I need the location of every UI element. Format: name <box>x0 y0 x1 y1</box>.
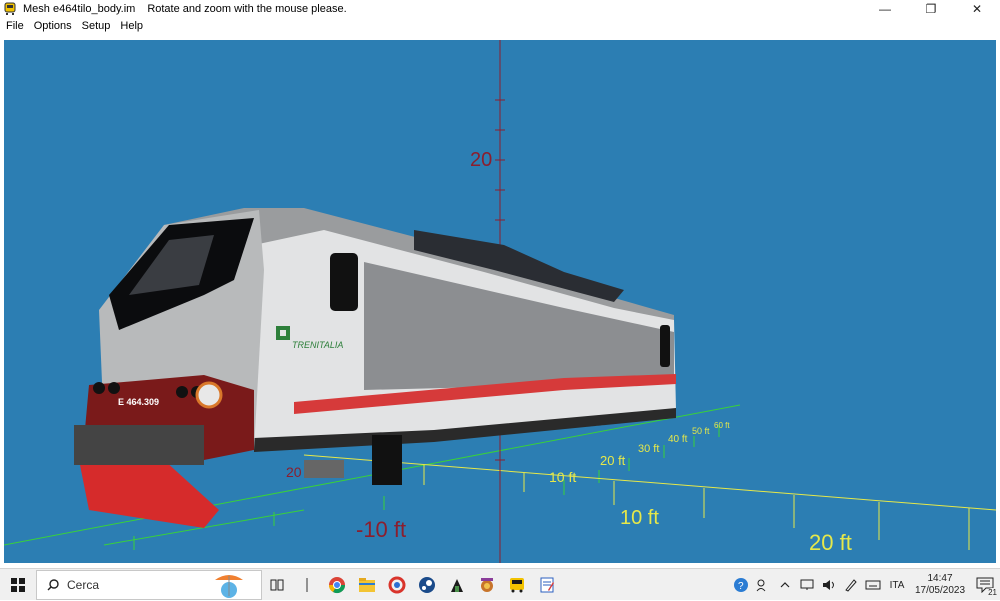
restore-button[interactable]: ❐ <box>908 0 954 18</box>
tray-pen[interactable] <box>840 569 862 601</box>
steam-icon <box>419 576 435 593</box>
taskbar-file-explorer[interactable] <box>352 569 382 601</box>
tray-clock[interactable]: 14:47 17/05/2023 <box>910 573 970 597</box>
tray-chevron[interactable] <box>774 569 796 601</box>
taskbar: Cerca ? ITA 14:47 17/05/2023 21 <box>0 568 1000 600</box>
start-button[interactable] <box>0 569 36 601</box>
axis-label-green-10ft: 10 ft <box>549 469 576 485</box>
menu-help[interactable]: Help <box>116 20 147 32</box>
chrome-icon <box>328 576 346 593</box>
axis-label-y20: 20 <box>470 149 492 171</box>
taskbar-bus-app[interactable] <box>502 569 532 601</box>
monitor-network-icon <box>800 579 814 590</box>
chevron-up-icon <box>780 582 790 588</box>
axis-label-green-30ft: 30 ft <box>638 443 659 455</box>
game-icon <box>481 577 493 592</box>
taskbar-game[interactable] <box>472 569 502 601</box>
loco-side-window <box>330 253 358 311</box>
window-controls: — ❐ ✕ <box>862 0 1000 18</box>
headlight-left-2 <box>108 382 120 394</box>
task-view-button[interactable] <box>262 569 292 601</box>
bus-icon <box>510 577 524 592</box>
taskbar-divider <box>292 569 322 601</box>
keyboard-icon <box>865 580 881 590</box>
loco-ladder <box>372 435 402 485</box>
taskbar-chrome[interactable] <box>322 569 352 601</box>
taskbar-app[interactable] <box>442 569 472 601</box>
tray-language[interactable]: ITA <box>884 580 910 591</box>
menu-file[interactable]: File <box>2 20 28 32</box>
search-highlight-icon <box>215 574 243 598</box>
clock-time: 14:47 <box>927 573 953 584</box>
people-icon <box>756 579 766 592</box>
tray-help[interactable]: ? <box>730 569 752 601</box>
svg-text:?: ? <box>738 581 744 592</box>
windows-icon <box>11 577 25 592</box>
tray-keyboard[interactable] <box>862 569 884 601</box>
taskbar-steam[interactable] <box>412 569 442 601</box>
menu-setup[interactable]: Setup <box>78 20 115 32</box>
close-button[interactable]: ✕ <box>954 0 1000 18</box>
loco-number: E 464.309 <box>118 397 159 407</box>
loco-front-coupler <box>74 425 204 465</box>
axis-label-red-minus10: -10 ft <box>356 517 406 542</box>
divider-icon <box>306 577 308 592</box>
loco-rear-window <box>660 325 670 367</box>
locomotive-model: E 464.309 TRENITALIA <box>74 208 676 528</box>
app-icon <box>451 578 463 592</box>
ground-grid-yellow <box>303 454 996 550</box>
train-app-icon <box>4 2 16 15</box>
menu-bar: File Options Setup Help <box>0 18 1000 34</box>
ccleaner-icon <box>388 576 406 593</box>
axis-label-green-20ft: 20 ft <box>600 453 626 468</box>
warning-sign <box>195 381 223 409</box>
menu-options[interactable]: Options <box>30 20 76 32</box>
scene-canvas: 20 -10 ft 20 10 ft 20 ft 10 ft 20 ft 30 … <box>4 40 996 563</box>
search-icon <box>47 578 59 590</box>
notepad-icon <box>540 577 554 592</box>
search-placeholder: Cerca <box>67 577 100 592</box>
loco-brand: TRENITALIA <box>292 340 343 350</box>
axis-label-yellow-10ft: 10 ft <box>620 507 659 529</box>
notification-count: 21 <box>987 588 998 597</box>
taskbar-ccleaner[interactable] <box>382 569 412 601</box>
file-explorer-icon <box>359 577 375 592</box>
axis-label-yellow-20ft: 20 ft <box>809 530 852 555</box>
title-bar: Mesh e464tilo_body.im Rotate and zoom wi… <box>0 0 1000 18</box>
axis-label-green-40ft: 40 ft <box>668 434 688 445</box>
tray-network[interactable] <box>796 569 818 601</box>
tray-volume[interactable] <box>818 569 840 601</box>
loco-snow-plow <box>79 460 219 528</box>
axis-label-green-50ft: 50 ft <box>692 426 710 436</box>
headlight-right <box>176 386 188 398</box>
tray-people[interactable] <box>752 569 774 601</box>
minimize-button[interactable]: — <box>862 0 908 18</box>
system-tray: ? ITA 14:47 17/05/2023 21 <box>730 569 1000 601</box>
taskbar-search[interactable]: Cerca <box>36 569 262 600</box>
mesh-viewport[interactable]: 20 -10 ft 20 10 ft 20 ft 10 ft 20 ft 30 … <box>4 40 996 563</box>
speaker-icon <box>823 580 834 590</box>
headlight-left <box>93 382 105 394</box>
window-hint: Rotate and zoom with the mouse please. <box>147 3 347 15</box>
taskbar-notepad[interactable] <box>532 569 562 601</box>
task-view-icon <box>270 579 284 590</box>
clock-date: 17/05/2023 <box>914 585 966 596</box>
loco-buffer-box <box>304 460 344 478</box>
trenitalia-logo-icon <box>276 326 290 340</box>
pen-icon <box>845 579 857 592</box>
window-title: Mesh e464tilo_body.im <box>23 3 136 15</box>
tray-notifications[interactable]: 21 <box>970 569 1000 601</box>
axis-label-green-60ft: 60 ft <box>714 421 730 430</box>
axis-label-red-20: 20 <box>286 464 302 480</box>
help-icon: ? <box>734 578 748 592</box>
